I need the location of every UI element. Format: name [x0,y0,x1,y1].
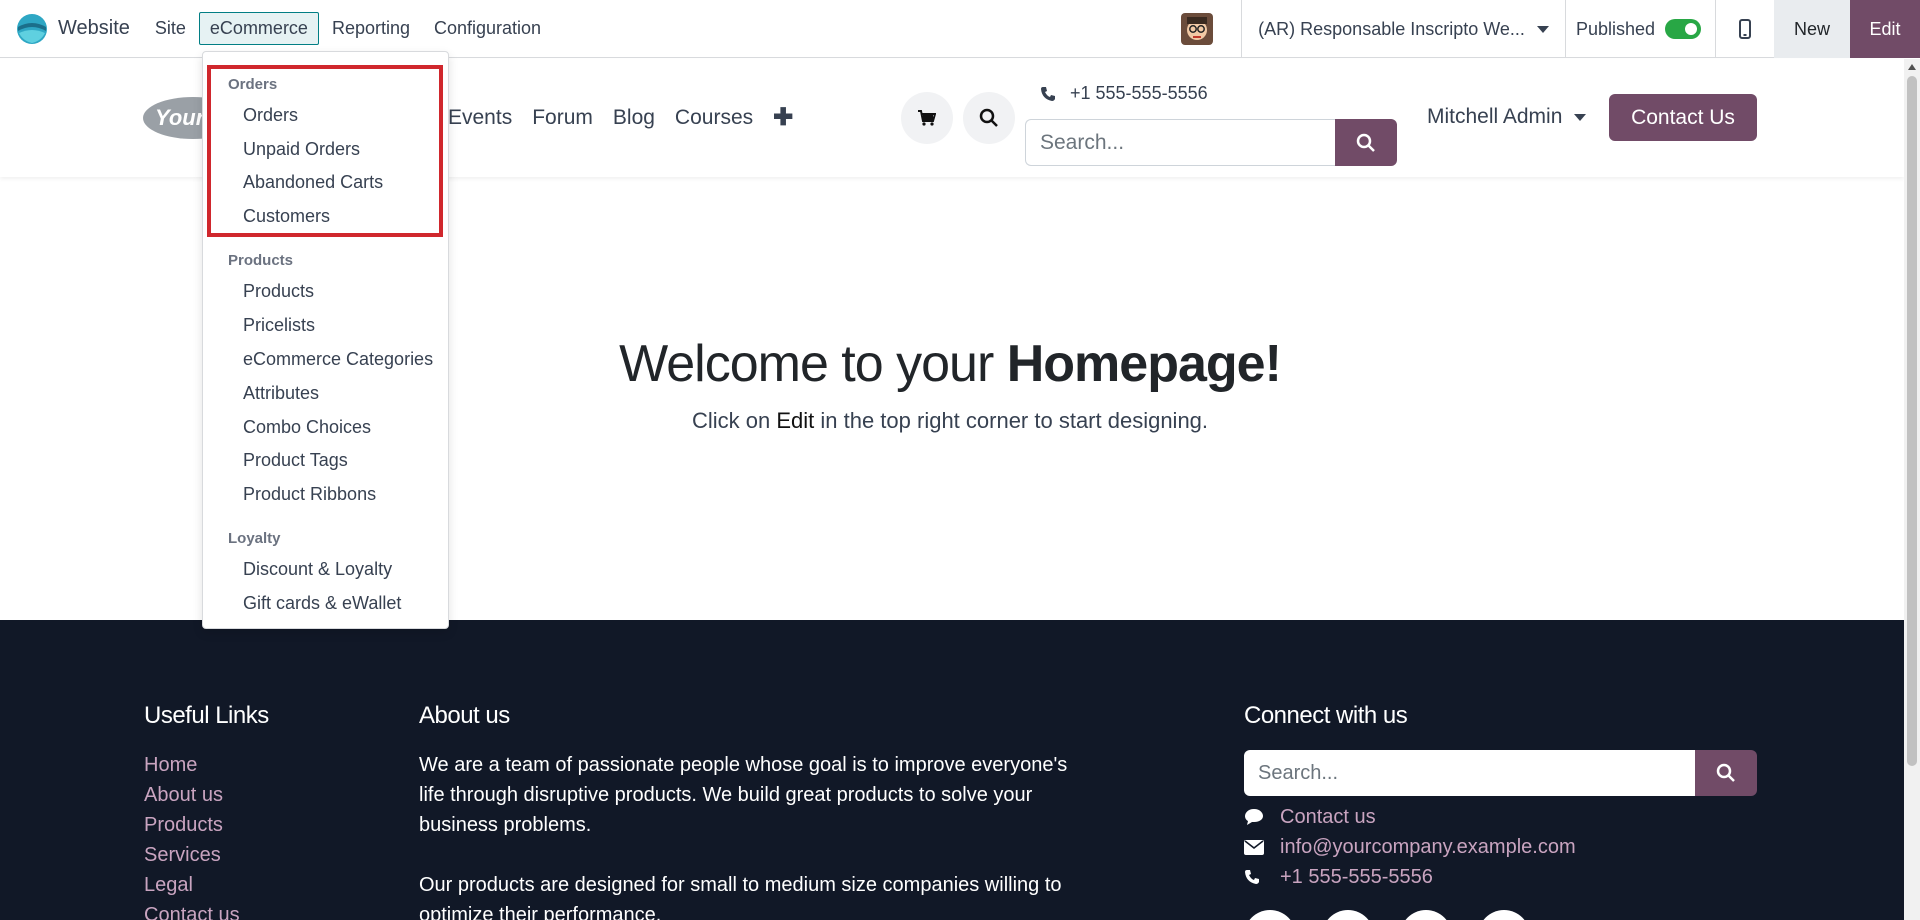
about-paragraph-2: Our products are designed for small to m… [419,874,1062,920]
phone-icon [1244,869,1280,885]
footer-search-input[interactable] [1244,750,1695,796]
about-paragraph-1: We are a team of passionate people whose… [419,754,1068,836]
chevron-down-icon [1574,113,1587,121]
chevron-down-icon [1536,25,1549,33]
user-menu[interactable]: Mitchell Admin [1427,105,1587,129]
connect-title: Connect with us [1244,702,1408,729]
header-search-button[interactable] [963,92,1015,144]
social-icon[interactable] [1478,910,1530,920]
about-us-title: About us [419,702,510,729]
footer-search-bar [1244,750,1757,796]
useful-links-title: Useful Links [144,702,269,729]
top-menu: Site eCommerce Reporting Configuration [144,12,554,45]
footer-contact-us[interactable]: Contact us [1244,802,1576,832]
nav-courses[interactable]: Courses [675,106,753,130]
website-name: (AR) Responsable Inscripto We... [1258,18,1525,39]
footer-link-services[interactable]: Services [144,840,240,870]
app-name: Website [58,17,130,39]
footer-contact-list: Contact us info@yourcompany.example.com … [1244,802,1576,892]
footer-link-home[interactable]: Home [144,750,240,780]
dropdown-item-ecommerce-categories[interactable]: eCommerce Categories [243,349,433,370]
header-search-bar [1025,119,1397,166]
cart-icon [918,110,936,126]
scroll-up-arrow-icon[interactable] [1908,64,1916,70]
footer-link-contact[interactable]: Contact us [144,900,240,920]
toggle-switch[interactable] [1665,19,1701,39]
title-prefix: Welcome to your [619,335,1007,393]
search-icon [1356,133,1375,152]
published-toggle[interactable]: Published [1566,19,1715,40]
scrollbar-thumb[interactable] [1907,76,1917,766]
search-icon [1716,763,1735,782]
footer-link-products[interactable]: Products [144,810,240,840]
dropdown-item-attributes[interactable]: Attributes [243,383,319,404]
avatar-icon [1181,13,1214,45]
mobile-preview-button[interactable] [1716,0,1774,58]
subtitle-bold: Edit [776,408,815,433]
dropdown-item-discount-loyalty[interactable]: Discount & Loyalty [243,559,392,580]
chat-icon [1244,808,1280,826]
useful-links-list: Home About us Products Services Legal Co… [144,750,240,920]
site-footer: Useful Links Home About us Products Serv… [0,620,1904,920]
footer-contact-us-label: Contact us [1280,805,1376,828]
footer-search-submit[interactable] [1695,750,1757,796]
phone-icon [1041,86,1055,101]
orders-highlight-annotation [207,65,443,237]
footer-phone[interactable]: +1 555-555-5556 [1244,862,1576,892]
menu-configuration[interactable]: Configuration [423,12,552,45]
cart-button[interactable] [901,92,953,144]
menu-site[interactable]: Site [144,12,197,45]
subtitle-before: Click on [691,408,777,433]
dropdown-item-product-tags[interactable]: Product Tags [243,450,348,471]
mobile-icon [1739,19,1751,39]
menu-reporting[interactable]: Reporting [321,12,421,45]
admin-topbar: Website Site eCommerce Reporting Configu… [0,0,1920,58]
header-search-input[interactable] [1025,119,1335,166]
footer-email-address: info@yourcompany.example.com [1280,835,1576,858]
published-label: Published [1575,18,1655,39]
website-switcher[interactable]: (AR) Responsable Inscripto We... [1242,19,1565,40]
footer-phone-number: +1 555-555-5556 [1280,865,1433,888]
dropdown-item-products[interactable]: Products [243,281,314,302]
nav-blog[interactable]: Blog [613,106,655,130]
app-brand[interactable]: Website [16,0,130,58]
logo-text: Your [155,105,205,130]
footer-link-legal[interactable]: Legal [144,870,240,900]
footer-link-about[interactable]: About us [144,780,240,810]
dropdown-section-products: Products [228,252,294,269]
header-search-submit[interactable] [1335,119,1397,166]
social-icon[interactable] [1244,910,1296,920]
about-us-text: We are a team of passionate people whose… [419,750,1079,920]
user-name: Mitchell Admin [1427,105,1563,128]
header-phone-number: +1 555-555-5556 [1070,83,1208,103]
nav-forum[interactable]: Forum [532,106,593,130]
nav-events[interactable]: Events [448,106,512,130]
topbar-right: (AR) Responsable Inscripto We... Publish… [1181,0,1920,58]
dropdown-item-gift-cards[interactable]: Gift cards & eWallet [243,593,401,614]
dropdown-section-loyalty: Loyalty [228,530,281,547]
menu-ecommerce[interactable]: eCommerce [198,12,319,45]
dropdown-item-product-ribbons[interactable]: Product Ribbons [243,484,376,505]
plus-icon[interactable]: ✚ [773,103,793,132]
title-bold: Homepage! [1006,335,1282,393]
dropdown-item-combo-choices[interactable]: Combo Choices [243,417,371,438]
envelope-icon [1244,839,1280,855]
user-avatar[interactable] [1181,13,1214,45]
dropdown-item-pricelists[interactable]: Pricelists [243,315,315,336]
search-icon [979,108,998,127]
contact-us-button[interactable]: Contact Us [1609,94,1757,141]
site-nav: Events Forum Blog Courses ✚ [448,103,793,132]
footer-email[interactable]: info@yourcompany.example.com [1244,832,1576,862]
website-app-icon [17,13,47,44]
social-icon[interactable] [1400,910,1452,920]
new-button[interactable]: New [1774,0,1850,58]
subtitle-after: in the top right corner to start designi… [814,408,1209,433]
social-links [1244,910,1556,920]
edit-button[interactable]: Edit [1850,0,1920,58]
header-phone[interactable]: +1 555-555-5556 [1040,83,1208,104]
social-icon[interactable] [1322,910,1374,920]
